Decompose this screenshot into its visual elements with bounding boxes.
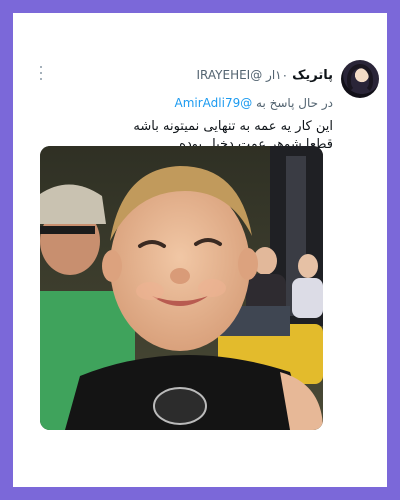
photo-illustration: [40, 146, 323, 430]
reply-prefix: در حال پاسخ به: [256, 96, 333, 110]
handle-and-time[interactable]: ۱۰ار @IRAYEHEI: [196, 68, 288, 82]
reply-context: در حال پاسخ به @AmirAdli79: [33, 96, 334, 110]
screenshot-frame: پاتریک ۱۰ار @IRAYEHEI در حال پاسخ به @Am…: [13, 13, 387, 487]
tweet-header: پاتریک ۱۰ار @IRAYEHEI: [196, 68, 333, 83]
display-name[interactable]: پاتریک: [292, 68, 333, 83]
profile-avatar[interactable]: [341, 60, 379, 98]
tweet-text-line-1: این کار یه عمه به تنهایی نمیتونه باشه: [133, 119, 333, 134]
more-options-icon[interactable]: [33, 66, 49, 80]
reply-mention-link[interactable]: @AmirAdli79: [175, 96, 253, 110]
tweet-photo[interactable]: [40, 146, 323, 430]
